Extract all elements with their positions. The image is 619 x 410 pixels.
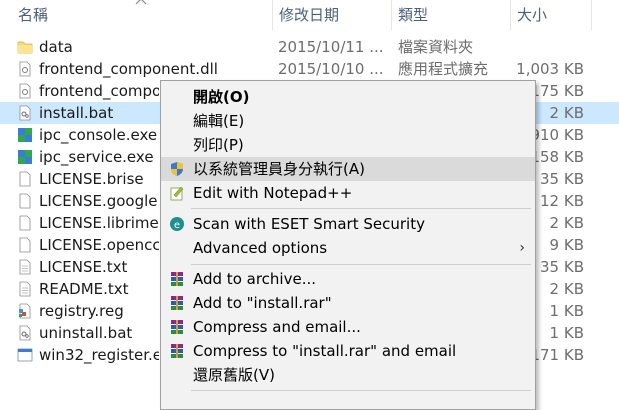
text-file-icon <box>19 215 31 231</box>
text-file-icon <box>19 237 31 253</box>
menu-item-label: 以系統管理員身分執行(A) <box>193 160 365 178</box>
file-name: README.txt <box>39 280 129 298</box>
file-size: 35 KB <box>540 170 584 188</box>
menu-item-label: 還原舊版(V) <box>193 366 275 384</box>
notepad-plus-plus-icon <box>170 186 184 201</box>
file-size: 12 KB <box>540 192 584 210</box>
file-size: 1,003 KB <box>516 60 584 78</box>
menu-item-label: 編輯(E) <box>193 112 245 130</box>
file-size: 1 KB <box>549 302 584 320</box>
file-name: frontend_component.dll <box>39 60 218 78</box>
file-name: LICENSE.google <box>39 192 158 210</box>
file-type: 檔案資料夾 <box>398 38 474 56</box>
file-row-data[interactable]: data 2015/10/11 ... 檔案資料夾 <box>0 36 619 58</box>
menu-item-label: Add to "install.rar" <box>193 294 332 312</box>
file-date: 2015/10/10 ... <box>278 60 384 78</box>
uac-shield-icon <box>171 162 183 176</box>
file-size: 2 KB <box>549 214 584 232</box>
file-name: registry.reg <box>39 302 124 320</box>
folder-icon <box>17 41 33 54</box>
menu-item-label: Advanced options <box>193 239 328 257</box>
exe-file-icon <box>18 150 32 164</box>
text-file-icon <box>19 171 31 187</box>
file-size: 9 KB <box>549 236 584 254</box>
file-name: LICENSE.opencc <box>39 236 159 254</box>
menu-separator <box>191 208 531 209</box>
menu-item-advanced-options[interactable]: Advanced options › <box>161 236 535 260</box>
dll-file-icon <box>19 61 31 77</box>
file-size: 2 KB <box>549 104 584 122</box>
bat-file-icon <box>19 105 31 121</box>
column-divider[interactable] <box>591 0 592 30</box>
file-name: ipc_console.exe <box>39 126 158 144</box>
menu-item-edit[interactable]: 編輯(E) <box>161 109 535 133</box>
bat-file-icon <box>19 325 31 341</box>
sort-ascending-icon <box>135 0 147 5</box>
menu-separator <box>191 264 531 265</box>
text-file-icon <box>19 281 31 297</box>
file-date: 2015/10/11 ... <box>278 38 384 56</box>
menu-item-print[interactable]: 列印(P) <box>161 133 535 157</box>
file-size: 910 KB <box>530 126 584 144</box>
svg-text:e: e <box>174 220 180 231</box>
file-name: data <box>39 38 73 56</box>
menu-item-add-to-rar[interactable]: Add to "install.rar" <box>161 291 535 315</box>
winrar-icon <box>171 320 183 334</box>
menu-item-restore-previous[interactable]: 還原舊版(V) <box>161 363 535 387</box>
file-name: uninstall.bat <box>39 324 133 342</box>
text-file-icon <box>19 193 31 209</box>
file-name: ipc_service.exe <box>39 148 154 166</box>
eset-icon: e <box>170 217 184 231</box>
exe-file-icon <box>17 348 33 362</box>
file-name: LICENSE.txt <box>39 258 128 276</box>
menu-item-eset-scan[interactable]: e Scan with ESET Smart Security <box>161 212 535 236</box>
menu-item-compress-rar-email[interactable]: Compress to "install.rar" and email <box>161 339 535 363</box>
menu-item-run-as-admin[interactable]: 以系統管理員身分執行(A) <box>161 157 535 181</box>
menu-item-label: Scan with ESET Smart Security <box>193 215 425 233</box>
file-size: 35 KB <box>540 258 584 276</box>
menu-item-label: Compress to "install.rar" and email <box>193 342 457 360</box>
file-size: 2 KB <box>549 280 584 298</box>
submenu-arrow-icon: › <box>519 240 525 256</box>
menu-separator <box>191 390 531 391</box>
file-name: install.bat <box>39 104 114 122</box>
file-size: 171 KB <box>530 346 584 364</box>
column-header: 名稱 修改日期 類型 大小 <box>0 0 619 30</box>
menu-item-edit-notepad[interactable]: Edit with Notepad++ <box>161 181 535 205</box>
menu-item-compress-email[interactable]: Compress and email... <box>161 315 535 339</box>
file-size: 175 KB <box>530 82 584 100</box>
menu-item-label: Compress and email... <box>193 318 361 336</box>
exe-file-icon <box>18 128 32 142</box>
text-file-icon <box>19 259 31 275</box>
winrar-icon <box>171 296 183 310</box>
column-size-header[interactable]: 大小 <box>511 0 591 30</box>
reg-file-icon <box>19 303 31 319</box>
winrar-icon <box>171 344 183 358</box>
winrar-icon <box>171 272 183 286</box>
column-date-header[interactable]: 修改日期 <box>273 0 391 30</box>
menu-item-label: 列印(P) <box>193 136 244 154</box>
menu-item-label: Edit with Notepad++ <box>193 184 353 202</box>
menu-item-label: Add to archive... <box>193 270 316 288</box>
column-type-header[interactable]: 類型 <box>392 0 510 30</box>
menu-item-add-to-archive[interactable]: Add to archive... <box>161 267 535 291</box>
file-name: LICENSE.brise <box>39 170 144 188</box>
menu-item-label: 開啟(O) <box>193 88 250 106</box>
context-menu: 開啟(O) 編輯(E) 列印(P) 以系統管理員身分執行(A) Edit wit… <box>160 80 536 410</box>
file-size: 1 KB <box>549 324 584 342</box>
file-row-frontend-component-dll[interactable]: frontend_component.dll 2015/10/10 ... 應用… <box>0 58 619 80</box>
file-size: 158 KB <box>530 148 584 166</box>
file-type: 應用程式擴充 <box>398 60 489 78</box>
file-name: LICENSE.librime <box>39 214 159 232</box>
file-name: win32_register.e <box>39 346 159 364</box>
dll-file-icon <box>19 83 31 99</box>
menu-item-open[interactable]: 開啟(O) <box>161 85 535 109</box>
file-name: frontend_compo <box>39 82 159 100</box>
